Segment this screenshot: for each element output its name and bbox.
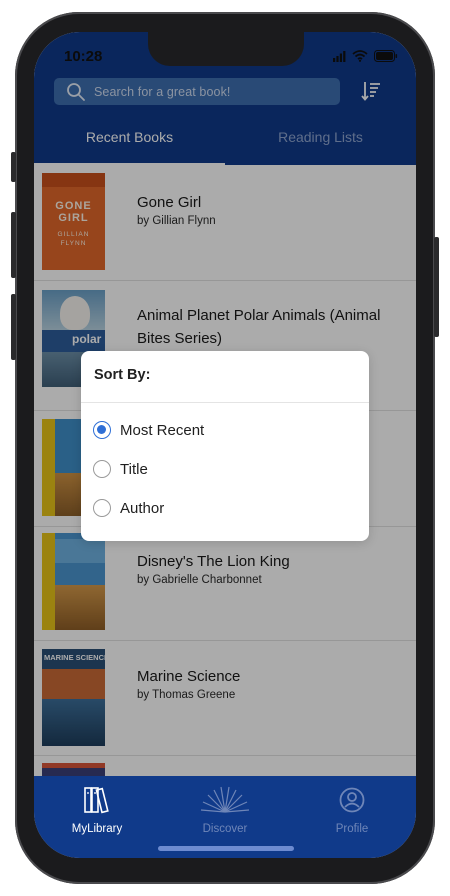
cellular-signal-icon [333,50,346,62]
library-books-icon [84,787,109,814]
option-label: Author [120,499,165,517]
dialog-divider [81,402,369,403]
nav-label: Profile [335,823,369,835]
option-label: Most Recent [120,421,205,439]
nav-label: MyLibrary [71,823,123,835]
radio-unselected-icon[interactable] [93,499,111,517]
sort-option-most-recent[interactable]: Most Recent [93,418,204,442]
wifi-icon [352,50,368,62]
app-screen: Search for a great book! Recent Books Re… [34,32,416,858]
nav-label: Discover [202,823,248,835]
status-icons [333,50,398,62]
notch [148,32,304,66]
dialog-title: Sort By: [94,367,151,383]
power-button [434,237,439,337]
option-label: Title [120,460,148,478]
nav-item-discover[interactable]: Discover [175,786,275,835]
home-indicator [158,846,294,851]
mute-switch [11,152,16,182]
volume-up-button [11,212,16,278]
nav-item-profile[interactable]: Profile [302,786,402,835]
sort-option-title[interactable]: Title [93,457,148,481]
volume-down-button [11,294,16,360]
sort-option-author[interactable]: Author [93,496,164,520]
radio-unselected-icon[interactable] [93,460,111,478]
battery-icon [374,50,398,62]
radio-selected-icon[interactable] [93,421,111,439]
discover-fan-icon [200,786,250,813]
status-time: 10:28 [64,48,103,65]
sort-dialog: Sort By: Most Recent Title Author [81,351,369,541]
nav-item-mylibrary[interactable]: MyLibrary [47,786,147,835]
profile-icon [339,787,365,813]
